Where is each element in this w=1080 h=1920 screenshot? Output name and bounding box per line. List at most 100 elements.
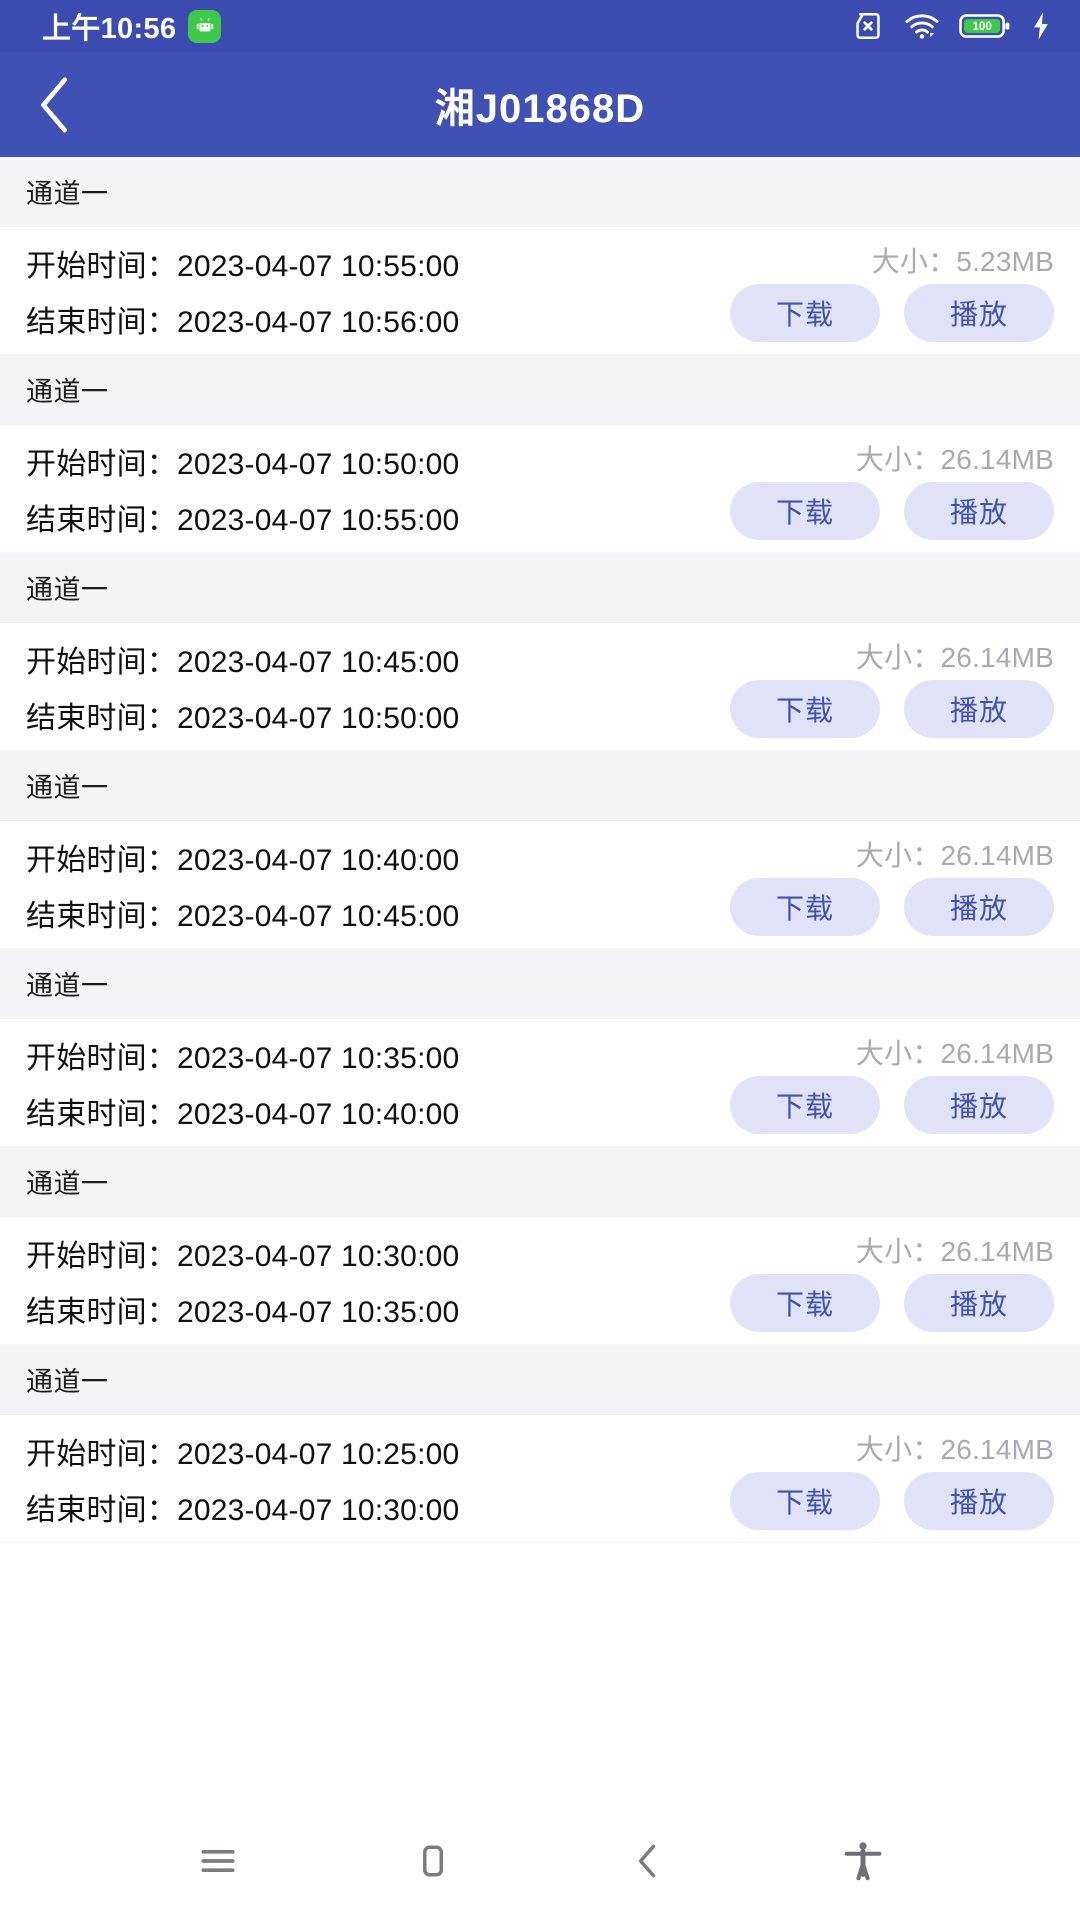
start-time-line: 开始时间：2023-04-07 10:55:00 [26,241,459,285]
svg-text:100: 100 [972,20,991,33]
home-square-icon [411,1839,455,1883]
actions-block: 大小：26.14MB 下载 播放 [730,1415,1054,1543]
nav-menu-button[interactable] [158,1802,278,1920]
file-size-line: 大小：26.14MB [856,1428,1054,1468]
file-size-line: 大小：26.14MB [856,438,1054,478]
time-block: 开始时间：2023-04-07 10:50:00 结束时间：2023-04-07 … [26,425,459,553]
time-block: 开始时间：2023-04-07 10:35:00 结束时间：2023-04-07 … [26,1019,459,1147]
file-size-line: 大小：26.14MB [856,636,1054,676]
wifi-icon [904,12,940,40]
recording-row: 开始时间：2023-04-07 10:45:00 结束时间：2023-04-07 … [0,623,1080,751]
play-button[interactable]: 播放 [904,680,1054,738]
file-size-label: 大小： [855,444,941,475]
back-button[interactable] [0,52,110,157]
end-time-value: 2023-04-07 10:50:00 [177,702,460,735]
recording-group: 通道一开始时间：2023-04-07 10:25:00 结束时间：2023-04-… [0,1345,1080,1543]
accessibility-person-icon [840,1838,886,1884]
end-time-value: 2023-04-07 10:55:00 [177,504,460,537]
download-button[interactable]: 下载 [730,482,880,540]
channel-header: 通道一 [0,355,1080,425]
recording-row: 开始时间：2023-04-07 10:50:00 结束时间：2023-04-07 … [0,425,1080,553]
download-button[interactable]: 下载 [730,284,880,342]
button-row: 下载 播放 [730,284,1054,342]
channel-label: 通道一 [26,377,109,407]
channel-header: 通道一 [0,1345,1080,1415]
start-time-line: 开始时间：2023-04-07 10:25:00 [26,1429,459,1473]
time-block: 开始时间：2023-04-07 10:55:00 结束时间：2023-04-07 … [26,227,459,355]
actions-block: 大小：26.14MB 下载 播放 [730,623,1054,751]
start-time-line: 开始时间：2023-04-07 10:45:00 [26,637,459,681]
status-bar: 上午10:56 100 [0,0,1080,52]
phone-screen: 上午10:56 100 湘J01868D 通道一 开始时间：2023-04-07… [0,0,1080,1920]
play-button[interactable]: 播放 [904,1472,1054,1530]
battery-icon: 100 [959,12,1011,40]
download-button[interactable]: 下载 [730,680,880,738]
actions-block: 大小：26.14MB 下载 播放 [730,1019,1054,1147]
file-size-label: 大小： [855,1236,941,1267]
nav-back-button[interactable] [588,1802,708,1920]
play-button[interactable]: 播放 [904,878,1054,936]
play-button[interactable]: 播放 [904,284,1054,342]
end-time-label: 结束时间： [26,1296,177,1329]
channel-header: 通道一 [0,751,1080,821]
start-time-label: 开始时间： [26,1438,177,1471]
file-size-line: 大小：26.14MB [856,834,1054,874]
button-row: 下载 播放 [730,1274,1054,1332]
start-time-label: 开始时间： [26,646,177,679]
channel-label: 通道一 [26,1367,109,1397]
recording-list[interactable]: 通道一 开始时间：2023-04-07 10:55:00 结束时间：2023-04-… [0,157,1080,1802]
status-bar-left: 上午10:56 [42,5,222,47]
end-time-line: 结束时间：2023-04-07 10:45:00 [26,891,459,935]
recording-row: 开始时间：2023-04-07 10:30:00 结束时间：2023-04-07 … [0,1217,1080,1345]
nav-home-button[interactable] [373,1802,493,1920]
actions-block: 大小：26.14MB 下载 播放 [730,821,1054,949]
time-block: 开始时间：2023-04-07 10:40:00 结束时间：2023-04-07 … [26,821,459,949]
start-time-value: 2023-04-07 10:35:00 [177,1042,460,1075]
channel-label: 通道一 [26,773,109,803]
app-bar: 湘J01868D [0,52,1080,157]
menu-icon [196,1839,240,1883]
actions-block: 大小：5.23MB 下载 播放 [730,227,1054,355]
end-time-line: 结束时间：2023-04-07 10:30:00 [26,1485,459,1529]
file-size-value: 26.14MB [940,642,1054,673]
download-button[interactable]: 下载 [730,1472,880,1530]
charging-bolt-icon [1030,11,1052,41]
file-size-value: 26.14MB [940,1434,1054,1465]
download-button[interactable]: 下载 [730,1076,880,1134]
end-time-value: 2023-04-07 10:56:00 [177,306,460,339]
button-row: 下载 播放 [730,1472,1054,1530]
button-row: 下载 播放 [730,1076,1054,1134]
file-size-value: 26.14MB [940,840,1054,871]
file-size-label: 大小： [855,1434,941,1465]
end-time-value: 2023-04-07 10:30:00 [177,1494,460,1527]
nav-accessibility-button[interactable] [803,1802,923,1920]
file-size-line: 大小：26.14MB [856,1032,1054,1072]
start-time-label: 开始时间： [26,844,177,877]
start-time-line: 开始时间：2023-04-07 10:40:00 [26,835,459,879]
download-button[interactable]: 下载 [730,1274,880,1332]
channel-header: 通道一 [0,157,1080,227]
recording-group: 通道一 开始时间：2023-04-07 10:30:00 结束时间：2023-04-… [0,1147,1080,1345]
end-time-line: 结束时间：2023-04-07 10:55:00 [26,495,459,539]
file-size-value: 26.14MB [940,1236,1054,1267]
time-block: 开始时间：2023-04-07 10:45:00 结束时间：2023-04-07 … [26,623,459,751]
start-time-value: 2023-04-07 10:30:00 [177,1240,460,1273]
status-bar-right: 100 [851,11,1052,41]
file-size-label: 大小： [855,840,941,871]
page-title: 湘J01868D [434,86,646,131]
end-time-label: 结束时间： [26,900,177,933]
actions-block: 大小：26.14MB 下载 播放 [730,1217,1054,1345]
end-time-value: 2023-04-07 10:35:00 [177,1296,460,1329]
button-row: 下载 播放 [730,482,1054,540]
play-button[interactable]: 播放 [904,482,1054,540]
channel-label: 通道一 [26,971,109,1001]
play-button[interactable]: 播放 [904,1274,1054,1332]
end-time-line: 结束时间：2023-04-07 10:35:00 [26,1287,459,1331]
download-button[interactable]: 下载 [730,878,880,936]
channel-header: 通道一 [0,553,1080,623]
end-time-label: 结束时间： [26,1494,177,1527]
file-size-label: 大小： [871,246,957,277]
end-time-value: 2023-04-07 10:45:00 [177,900,460,933]
play-button[interactable]: 播放 [904,1076,1054,1134]
end-time-line: 结束时间：2023-04-07 10:40:00 [26,1089,459,1133]
